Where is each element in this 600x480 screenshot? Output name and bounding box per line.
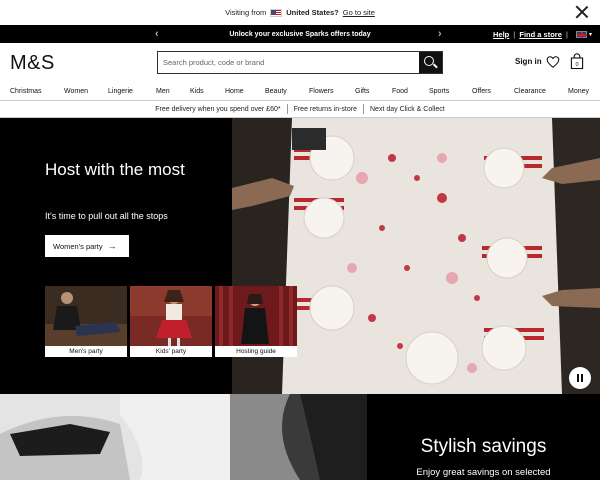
hero-banner: Host with the most It's time to pull out… — [0, 118, 600, 394]
kids-party-image — [130, 286, 212, 346]
search-bar — [157, 51, 443, 74]
mens-party-image — [45, 286, 127, 346]
womens-party-button[interactable]: Women's party → — [45, 235, 129, 257]
stylish-savings-title: Stylish savings — [420, 436, 547, 457]
arrow-right-icon: → — [107, 241, 117, 251]
help-link[interactable]: Help — [493, 30, 509, 39]
visiting-banner: Visiting from United States? Go to site — [0, 0, 600, 25]
separator: | — [565, 29, 568, 39]
usp-free-delivery[interactable]: Free delivery when you spend over £60* — [155, 106, 280, 113]
mens-party-label: Men's party — [45, 346, 127, 357]
nav-item-home[interactable]: Home — [225, 88, 244, 95]
sign-in-link[interactable]: Sign in — [515, 57, 542, 66]
tile-mens-party[interactable]: Men's party — [45, 286, 127, 357]
hero-title: Host with the most — [45, 160, 185, 179]
hosting-guide-image — [215, 286, 297, 346]
usp-divider — [286, 104, 288, 114]
usp-bar: Free delivery when you spend over £60* F… — [0, 100, 600, 118]
nav-item-flowers[interactable]: Flowers — [309, 88, 334, 95]
tile-hosting-guide[interactable]: Hosting guide — [215, 286, 297, 357]
us-flag-icon — [270, 8, 283, 17]
usp-divider — [363, 104, 364, 114]
nav-item-christmas[interactable]: Christmas — [10, 88, 42, 95]
pause-icon[interactable] — [569, 367, 591, 389]
stylish-savings-subtitle: Enjoy great savings on selected — [416, 467, 551, 478]
utility-links: Help | Find a store | ▾ — [493, 25, 592, 43]
go-to-site-link[interactable]: Go to site — [343, 8, 375, 17]
promo-bar: ‹ Unlock your exclusive Sparks offers to… — [0, 25, 600, 43]
stylish-savings-panel[interactable]: Stylish savings Enjoy great savings on s… — [367, 394, 600, 480]
stylish-savings-image[interactable] — [0, 394, 367, 480]
find-store-link[interactable]: Find a store — [519, 30, 562, 39]
nav-item-kids[interactable]: Kids — [190, 88, 204, 95]
ms-logo[interactable]: M&S — [10, 52, 55, 75]
nav-item-gifts[interactable]: Gifts — [355, 88, 369, 95]
visiting-from-label: Visiting from — [225, 8, 267, 17]
visiting-country: United States? — [286, 8, 339, 17]
nav-item-clearance[interactable]: Clearance — [514, 88, 546, 95]
main-nav: Christmas Women Lingerie Men Kids Home B… — [0, 83, 600, 100]
nav-item-men[interactable]: Men — [156, 88, 170, 95]
nav-item-food[interactable]: Food — [392, 88, 408, 95]
nav-item-offers[interactable]: Offers — [472, 88, 491, 95]
search-icon-handle — [433, 63, 438, 69]
nav-item-lingerie[interactable]: Lingerie — [108, 88, 133, 95]
heart-icon[interactable] — [546, 55, 560, 69]
chevron-right-icon[interactable]: › — [438, 28, 442, 40]
bag-icon[interactable]: 0 — [570, 53, 584, 70]
uk-flag-icon[interactable] — [575, 30, 587, 38]
nav-item-women[interactable]: Women — [64, 88, 88, 95]
tile-kids-party[interactable]: Kids' party — [130, 286, 212, 357]
bag-count: 0 — [575, 62, 578, 68]
hero-subtitle: It's time to pull out all the stops — [45, 211, 168, 221]
usp-free-returns[interactable]: Free returns in-store — [294, 106, 357, 113]
separator: | — [513, 29, 516, 39]
nav-item-beauty[interactable]: Beauty — [265, 88, 287, 95]
hosting-guide-label: Hosting guide — [215, 346, 297, 357]
promo-message[interactable]: Unlock your exclusive Sparks offers toda… — [229, 31, 370, 38]
chevron-left-icon[interactable]: ‹ — [155, 28, 159, 40]
search-button[interactable] — [419, 52, 442, 73]
nav-item-money[interactable]: Money — [568, 88, 589, 95]
womens-party-label: Women's party — [53, 241, 103, 251]
kids-party-label: Kids' party — [130, 346, 212, 357]
nav-item-sports[interactable]: Sports — [429, 88, 449, 95]
chevron-down-icon[interactable]: ▾ — [589, 31, 592, 38]
close-icon[interactable] — [574, 4, 590, 20]
usp-click-collect[interactable]: Next day Click & Collect — [370, 106, 445, 113]
search-input[interactable] — [158, 52, 419, 73]
site-header: M&S Sign in 0 — [0, 43, 600, 83]
